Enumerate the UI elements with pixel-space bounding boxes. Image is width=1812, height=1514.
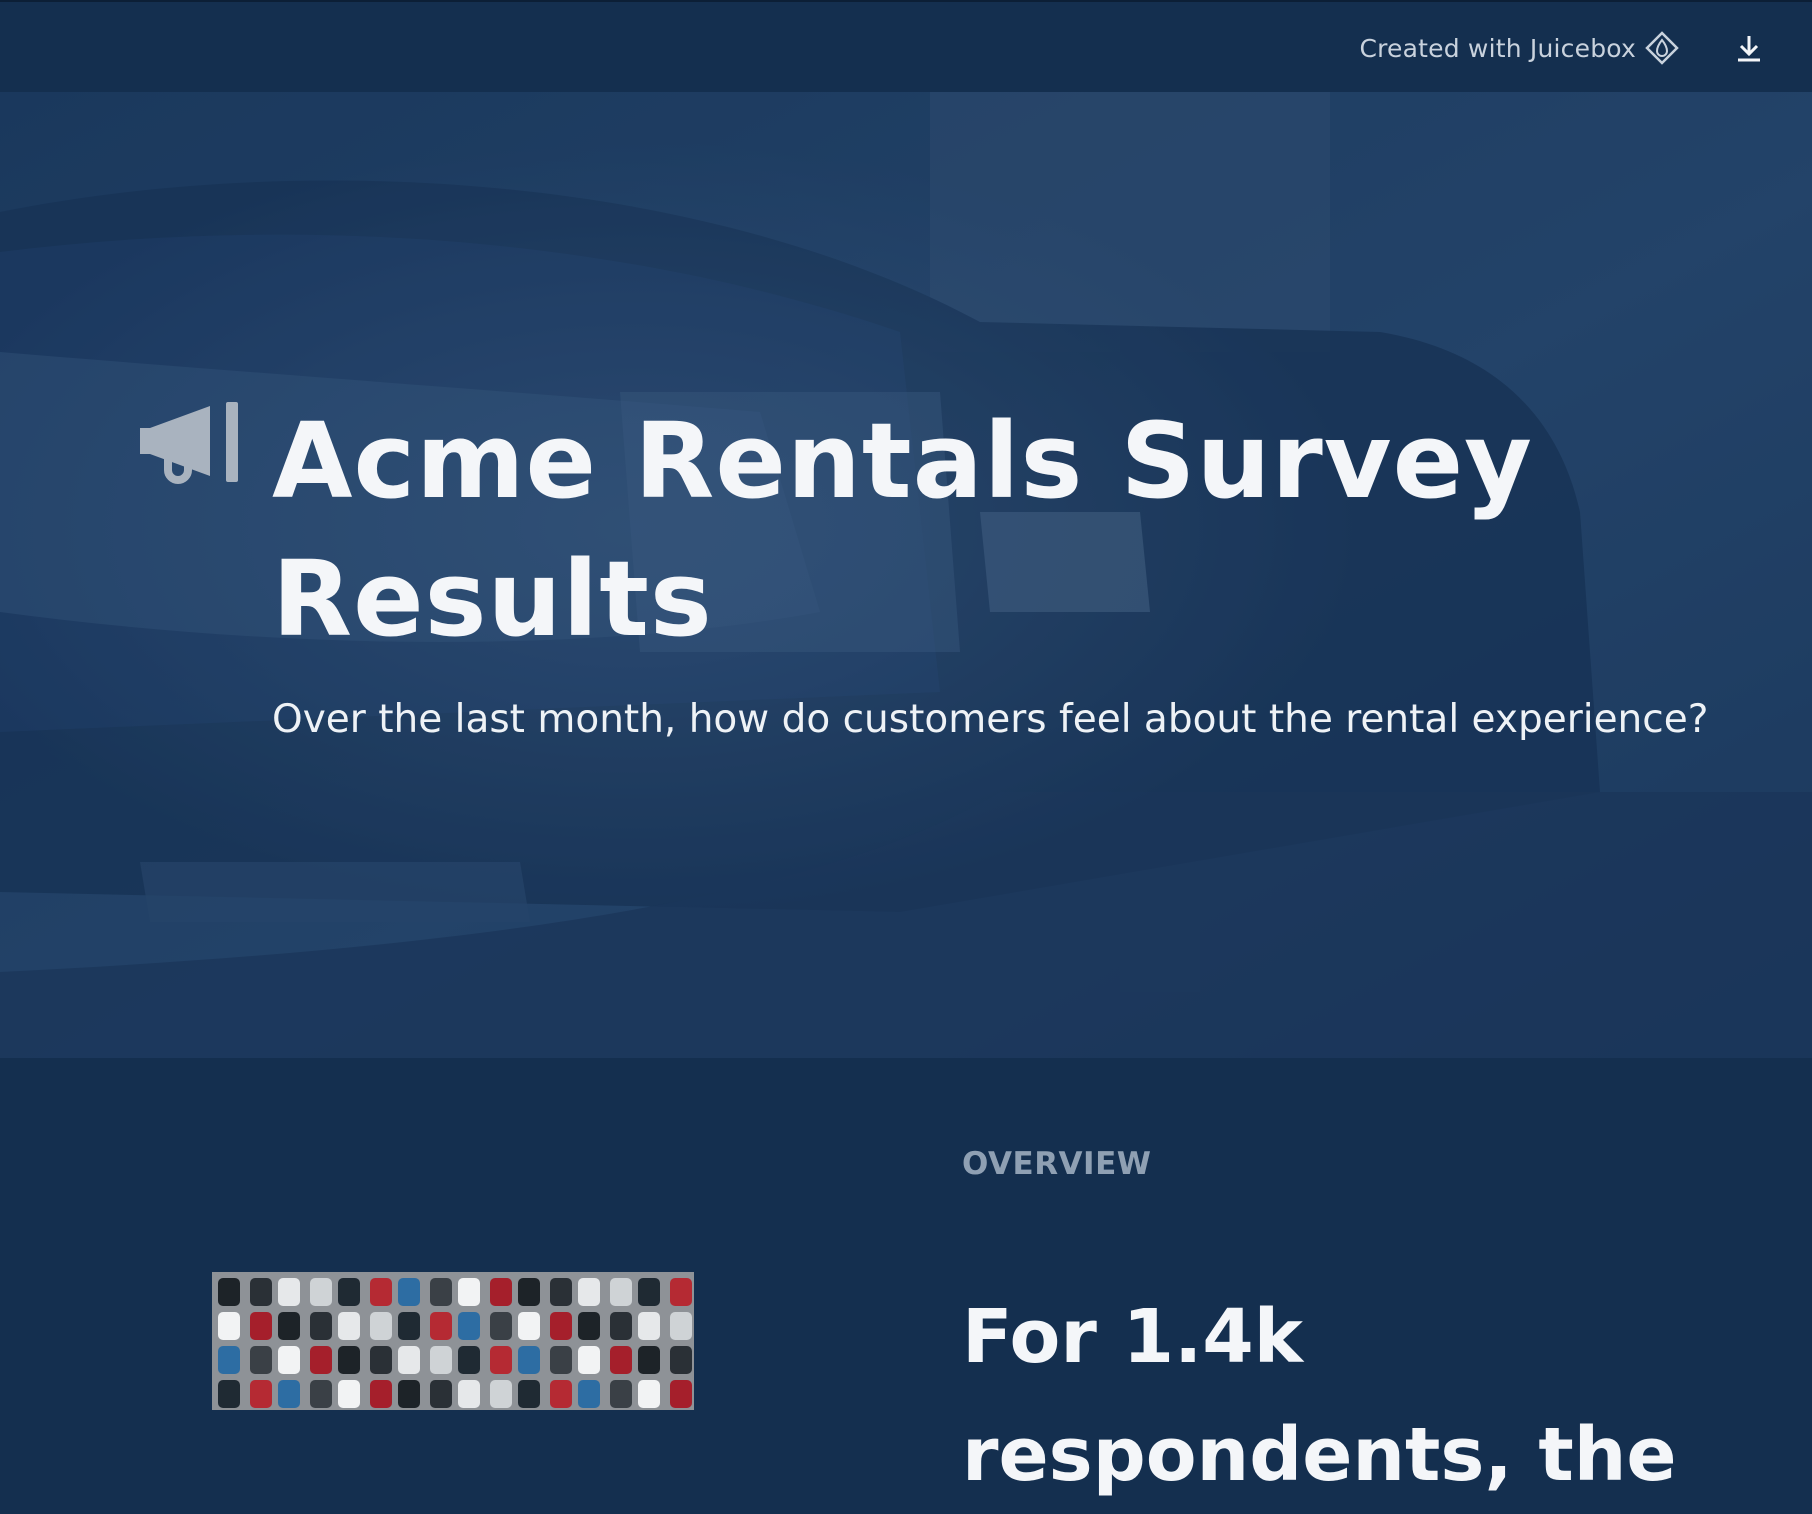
overview-headline: For 1.4k respondents, the [962, 1278, 1782, 1514]
headline-rest: respondents, the [962, 1412, 1677, 1498]
parking-lot-image [212, 1272, 694, 1410]
juicebox-credit-link[interactable]: Created with Juicebox [1359, 30, 1680, 66]
credit-text: Created with Juicebox [1359, 33, 1636, 63]
hero-banner: Acme Rentals Survey Results Over the las… [0, 92, 1812, 1058]
respondent-count: 1.4k [1122, 1294, 1303, 1380]
page-title: Acme Rentals Survey Results [272, 400, 1533, 660]
megaphone-icon [140, 402, 238, 484]
overview-section-label: OVERVIEW [962, 1146, 1152, 1182]
top-bar: Created with Juicebox [0, 0, 1812, 92]
headline-prefix: For [962, 1294, 1123, 1380]
juicebox-diamond-icon [1645, 31, 1679, 65]
page-subtitle: Over the last month, how do customers fe… [272, 697, 1709, 742]
download-icon[interactable] [1734, 32, 1764, 64]
